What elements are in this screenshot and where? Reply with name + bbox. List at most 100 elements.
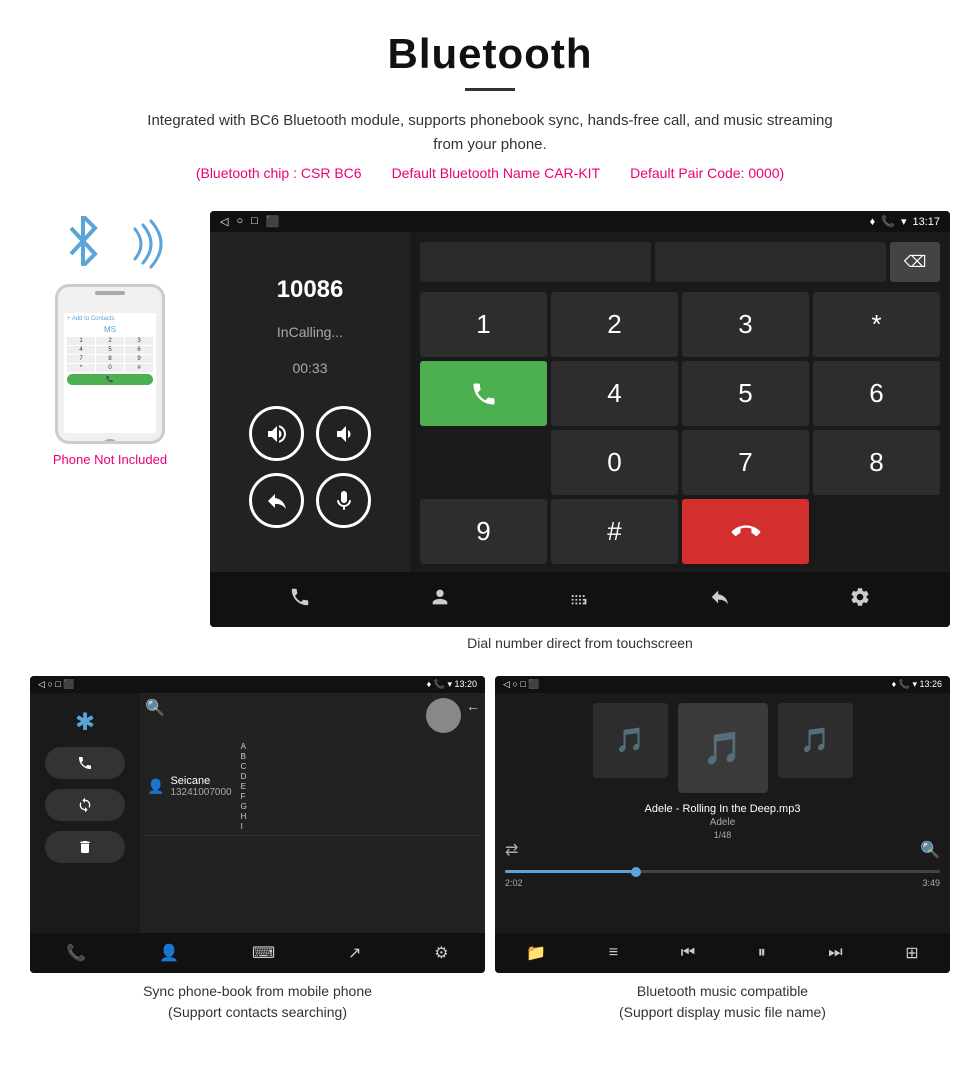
key-6[interactable]: 6 bbox=[813, 361, 940, 426]
settings-tab-icon[interactable] bbox=[849, 586, 871, 614]
key-7[interactable]: 7 bbox=[682, 430, 809, 495]
pb-contacts-icon[interactable]: 👤 bbox=[159, 943, 179, 963]
call-info-panel: 10086 InCalling... 00:33 bbox=[210, 232, 410, 572]
music-note-right-icon: 🎵 bbox=[800, 726, 830, 755]
phonebook-sidebar: ✱ bbox=[30, 693, 140, 933]
search-icon[interactable]: 🔍 bbox=[145, 698, 165, 733]
album-art-left: 🎵 bbox=[593, 703, 668, 778]
music-status-right: ♦ 📞 ▾ 13:26 bbox=[892, 679, 942, 690]
key-2[interactable]: 2 bbox=[551, 292, 678, 357]
phonebook-bottom-bar: 📞 👤 ⌨ ↗ ⚙ bbox=[30, 933, 485, 973]
transfer-tab-icon[interactable] bbox=[709, 586, 731, 614]
call-end-button[interactable] bbox=[682, 499, 809, 564]
volume-down-button[interactable] bbox=[316, 406, 371, 461]
call-controls bbox=[249, 406, 371, 528]
key-star[interactable]: * bbox=[813, 292, 940, 357]
music-controls-row: ⇄ 🔍 bbox=[505, 840, 940, 860]
music-statusbar: ◁ ○ □ ⬛ ♦ 📞 ▾ 13:26 bbox=[495, 676, 950, 693]
dialpad-tab-icon[interactable] bbox=[569, 586, 591, 614]
music-title: Adele - Rolling In the Deep.mp3 bbox=[505, 803, 940, 815]
back-arrow-icon[interactable]: ← bbox=[466, 698, 480, 733]
phonebook-caption: Sync phone-book from mobile phone (Suppo… bbox=[30, 981, 485, 1023]
display-row: ⌫ bbox=[420, 242, 940, 282]
spec-code: Default Pair Code: 0000) bbox=[630, 165, 784, 181]
eq-icon[interactable]: ⊞ bbox=[905, 943, 918, 963]
key-0[interactable]: 0 bbox=[551, 430, 678, 495]
call-accept-button[interactable] bbox=[420, 361, 547, 426]
total-time: 3:49 bbox=[922, 878, 940, 888]
phone-call-button[interactable]: 📞 bbox=[67, 374, 153, 385]
playlist-icon[interactable]: ≡ bbox=[609, 944, 618, 962]
alphabet-index: ABCDEFGHI bbox=[241, 742, 247, 831]
phonebook-card: ◁ ○ □ ⬛ ♦ 📞 ▾ 13:20 ✱ bbox=[30, 676, 485, 1023]
music-art-row: 🎵 🎵 🎵 bbox=[505, 703, 940, 793]
music-info: Adele - Rolling In the Deep.mp3 Adele 1/… bbox=[505, 803, 940, 840]
key-8[interactable]: 8 bbox=[813, 430, 940, 495]
spec-chip: (Bluetooth chip : CSR BC6 bbox=[196, 165, 362, 181]
phonebook-delete-btn[interactable] bbox=[45, 831, 125, 863]
page-header: Bluetooth Integrated with BC6 Bluetooth … bbox=[0, 0, 980, 201]
pb-phone-icon[interactable]: 📞 bbox=[66, 943, 86, 963]
contacts-tab-icon[interactable] bbox=[429, 586, 451, 614]
prev-icon[interactable]: ⏮ bbox=[681, 944, 695, 962]
pb-transfer-icon[interactable]: ↗ bbox=[348, 943, 361, 963]
keypad-grid: 1 2 3 * 4 5 6 0 7 8 9 # bbox=[420, 292, 940, 564]
music-screen: ◁ ○ □ ⬛ ♦ 📞 ▾ 13:26 🎵 🎵 🎵 Adele - R bbox=[495, 676, 950, 973]
menu-icon: ⬛ bbox=[266, 215, 280, 228]
next-icon[interactable]: ⏭ bbox=[828, 944, 842, 962]
contact-row[interactable]: 👤 Seicane 13241007000 ABCDEFGHI bbox=[145, 738, 480, 836]
phonebook-sync-btn[interactable] bbox=[45, 789, 125, 821]
key-1[interactable]: 1 bbox=[420, 292, 547, 357]
phone-mockup: + Add to Contacts MS 123 456 789 *0# 📞 P… bbox=[30, 211, 190, 467]
folder-icon[interactable]: 📁 bbox=[526, 943, 546, 963]
key-4[interactable]: 4 bbox=[551, 361, 678, 426]
bottom-screenshots-section: ◁ ○ □ ⬛ ♦ 📞 ▾ 13:20 ✱ bbox=[0, 676, 980, 1023]
phone-tab-icon[interactable] bbox=[289, 586, 311, 614]
phonebook-search-row: 🔍 ← bbox=[145, 698, 480, 733]
title-divider bbox=[465, 88, 515, 91]
progress-fill bbox=[505, 870, 636, 873]
progress-bar[interactable] bbox=[505, 870, 940, 873]
search-music-icon[interactable]: 🔍 bbox=[920, 840, 940, 860]
progress-container bbox=[505, 870, 940, 873]
pb-status-right: ♦ 📞 ▾ 13:20 bbox=[427, 679, 477, 690]
wifi-icon: ▾ bbox=[901, 215, 907, 228]
pb-dialpad-icon[interactable]: ⌨ bbox=[252, 943, 275, 963]
progress-dot bbox=[631, 867, 641, 877]
display-box1 bbox=[420, 242, 651, 282]
statusbar-status-icons: ♦ 📞 ▾ 13:17 bbox=[870, 215, 940, 228]
location-icon: ♦ bbox=[870, 216, 876, 228]
android-bottom-bar bbox=[210, 572, 950, 627]
contact-name: Seicane bbox=[170, 775, 231, 787]
key-hash[interactable]: # bbox=[551, 499, 678, 564]
phone-not-included-label: Phone Not Included bbox=[53, 452, 167, 467]
phone-dialpad: 123 456 789 *0# bbox=[67, 337, 153, 372]
android-main-content: 10086 InCalling... 00:33 bbox=[210, 232, 950, 572]
mic-button[interactable] bbox=[316, 473, 371, 528]
music-track-info: 1/48 bbox=[505, 830, 940, 840]
phonebook-main-area: 🔍 ← 👤 Seicane 13241007000 ABCDEFGHI bbox=[140, 693, 485, 933]
music-artist: Adele bbox=[505, 817, 940, 828]
backspace-button[interactable]: ⌫ bbox=[890, 242, 940, 282]
statusbar-nav-icons: ◁ ○ □ ⬛ bbox=[220, 215, 279, 228]
shuffle-icon[interactable]: ⇄ bbox=[505, 840, 518, 860]
music-note-left-icon: 🎵 bbox=[615, 726, 645, 755]
call-number: 10086 bbox=[277, 276, 344, 304]
phone-add-contact-label: + Add to Contacts bbox=[67, 316, 153, 322]
phonebook-call-btn[interactable] bbox=[45, 747, 125, 779]
phonebook-avatar-circle bbox=[426, 698, 461, 733]
pb-settings-icon[interactable]: ⚙ bbox=[434, 943, 448, 963]
call-icon: 📞 bbox=[881, 215, 895, 228]
music-note-main-icon: 🎵 bbox=[703, 729, 743, 767]
transfer-button[interactable] bbox=[249, 473, 304, 528]
key-3[interactable]: 3 bbox=[682, 292, 809, 357]
call-status: InCalling... bbox=[277, 324, 343, 340]
phonebook-bt-icon: ✱ bbox=[75, 708, 95, 737]
volume-up-button[interactable] bbox=[249, 406, 304, 461]
dialpad-area: ⌫ 1 2 3 * 4 5 6 0 7 bbox=[410, 232, 950, 572]
play-pause-icon[interactable]: ⏸ bbox=[758, 944, 766, 962]
time-row: 2:02 3:49 bbox=[505, 878, 940, 888]
dial-caption: Dial number direct from touchscreen bbox=[210, 635, 950, 666]
key-5[interactable]: 5 bbox=[682, 361, 809, 426]
key-9[interactable]: 9 bbox=[420, 499, 547, 564]
